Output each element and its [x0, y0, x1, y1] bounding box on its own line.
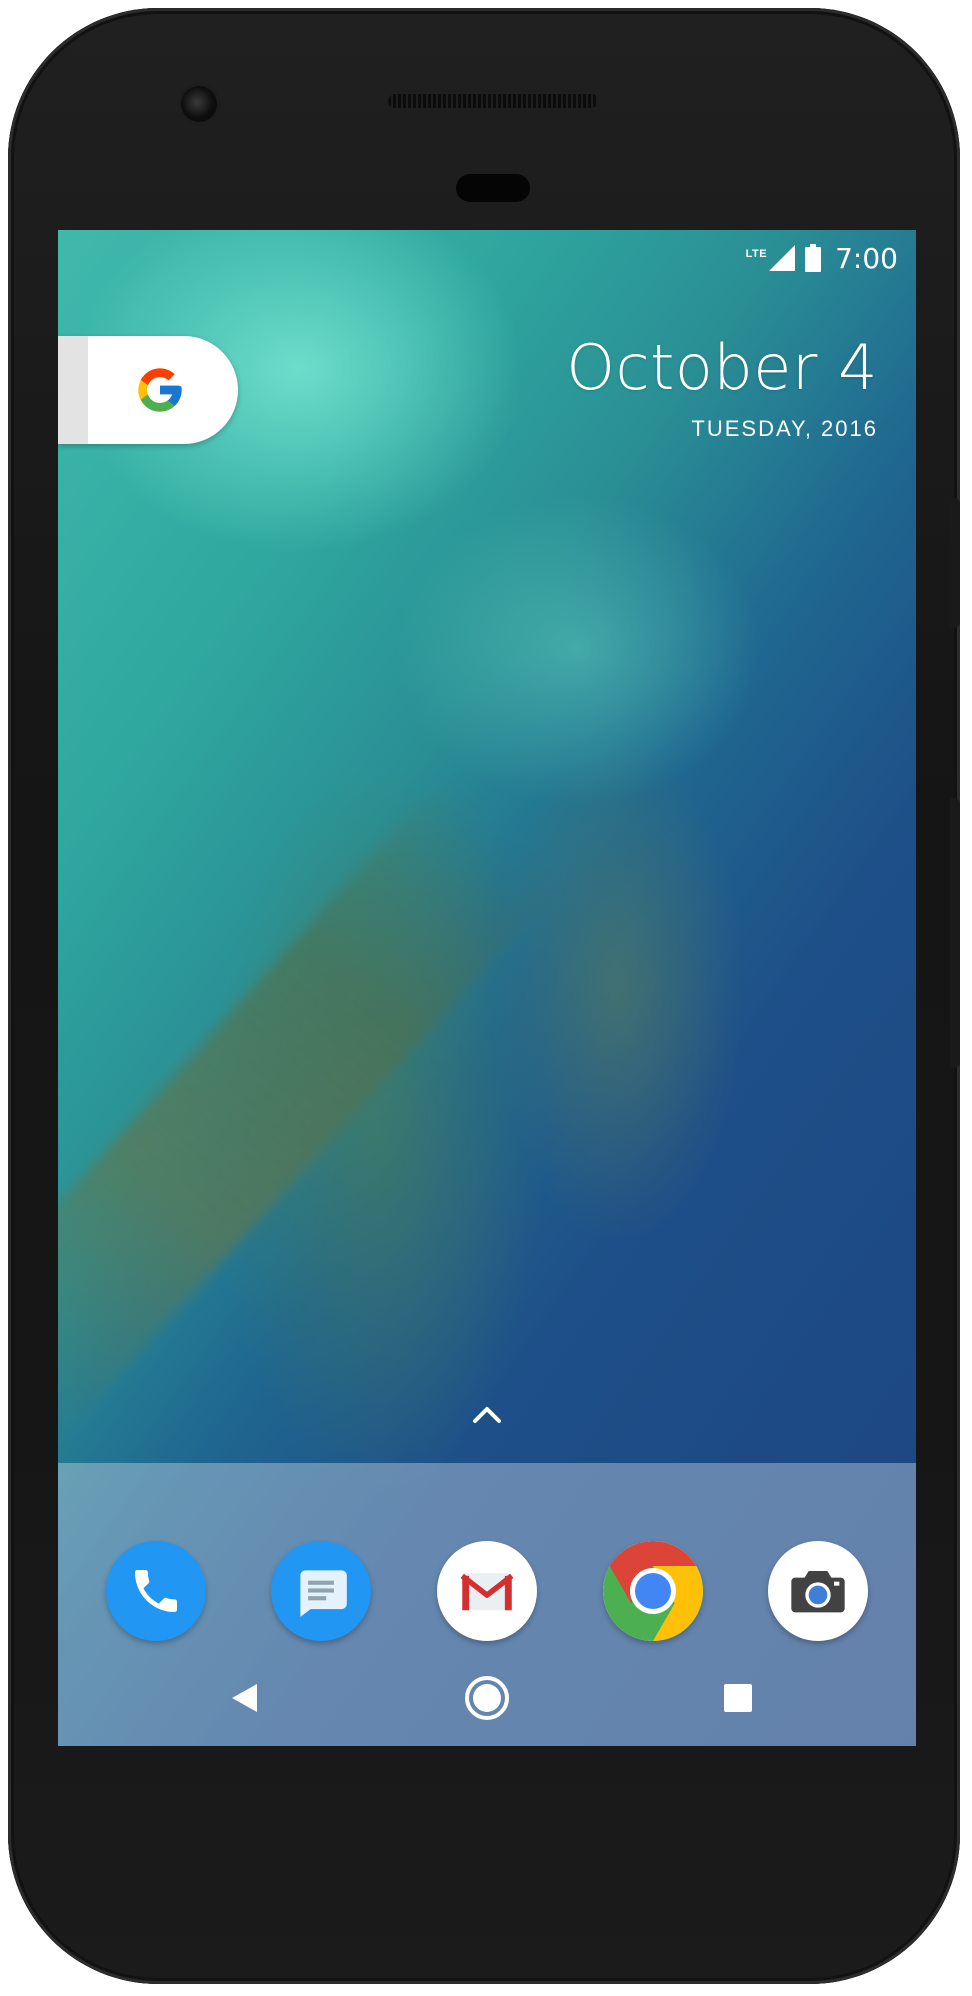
- camera-icon: [791, 1571, 845, 1613]
- battery-icon: [805, 244, 822, 272]
- network-type-label: LTE: [745, 248, 768, 260]
- front-camera: [181, 86, 217, 122]
- chrome-app[interactable]: [603, 1541, 703, 1641]
- google-g-icon: [138, 368, 182, 412]
- chevron-up-icon[interactable]: [470, 1402, 504, 1426]
- home-icon: [465, 1676, 509, 1720]
- volume-button: [950, 798, 960, 1068]
- dock-apps: [58, 1541, 916, 1641]
- google-search-widget[interactable]: [58, 336, 238, 444]
- date-widget[interactable]: October 4 TUESDAY, 2016: [566, 328, 878, 442]
- proximity-sensor: [456, 174, 530, 202]
- back-button[interactable]: [216, 1670, 272, 1726]
- earpiece-speaker: [388, 94, 598, 108]
- recents-icon: [724, 1684, 752, 1712]
- phone-icon: [135, 1570, 177, 1612]
- weekday-year-text: TUESDAY, 2016: [691, 416, 878, 441]
- messages-icon: [300, 1570, 347, 1617]
- camera-app[interactable]: [768, 1541, 868, 1641]
- status-bar: LTE 7:00: [746, 238, 898, 278]
- gmail-icon: [460, 1573, 514, 1611]
- dock: [58, 1463, 916, 1746]
- date-text: October 4: [566, 331, 878, 404]
- gmail-app[interactable]: [437, 1541, 537, 1641]
- power-button: [950, 498, 960, 628]
- signal-icon: [769, 245, 796, 271]
- status-time: 7:00: [835, 241, 898, 275]
- chrome-icon: [603, 1541, 703, 1641]
- back-icon: [232, 1684, 257, 1712]
- phone-app[interactable]: [106, 1541, 206, 1641]
- recents-button[interactable]: [710, 1670, 766, 1726]
- home-screen: LTE 7:00 October 4 TUESDAY, 2016: [58, 230, 916, 1746]
- home-button[interactable]: [459, 1670, 515, 1726]
- navigation-bar: [58, 1648, 916, 1746]
- messages-app[interactable]: [271, 1541, 371, 1641]
